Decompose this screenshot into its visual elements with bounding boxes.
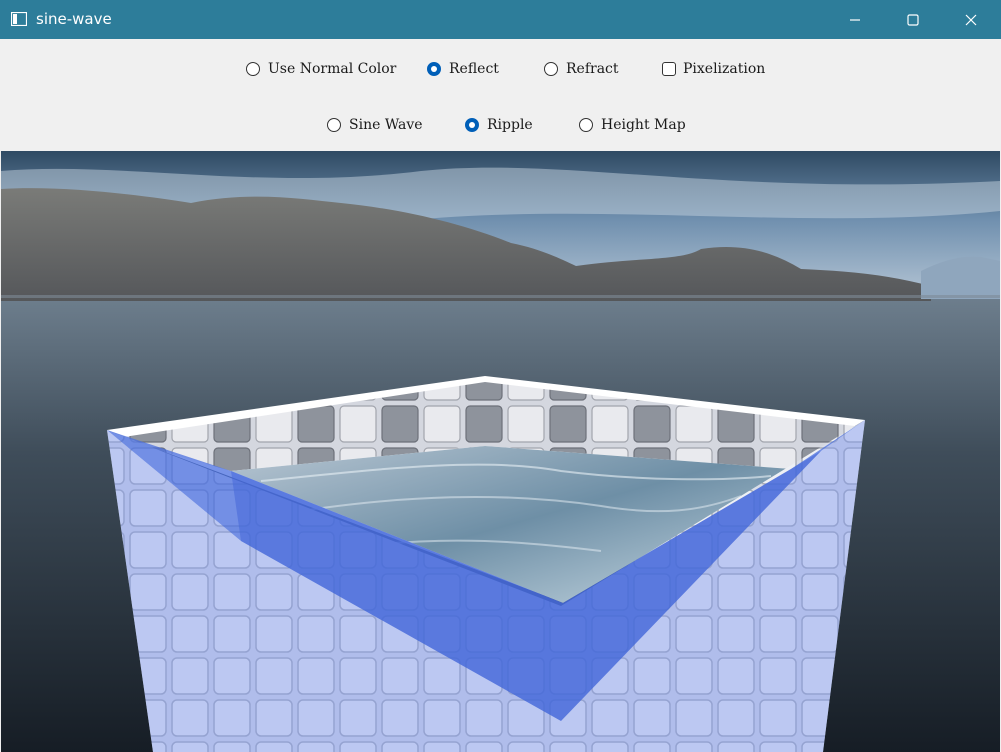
radio-indicator[interactable] <box>246 62 260 76</box>
scene-canvas <box>1 151 1000 752</box>
radio-use-normal-color[interactable]: Use Normal Color <box>246 59 396 79</box>
maximize-button[interactable] <box>884 0 942 39</box>
radio-height-map[interactable]: Height Map <box>579 115 686 135</box>
checkbox-indicator[interactable] <box>662 62 676 76</box>
app-window-icon <box>11 12 27 26</box>
options-panel: Use Normal Color Reflect Refract Pixeliz… <box>0 39 1001 151</box>
radio-indicator[interactable] <box>327 118 341 132</box>
radio-label: Refract <box>566 61 619 77</box>
radio-label: Use Normal Color <box>268 61 397 77</box>
radio-sine-wave[interactable]: Sine Wave <box>327 115 423 135</box>
maximize-icon <box>907 13 919 26</box>
radio-indicator-checked[interactable] <box>465 118 479 132</box>
minimize-button[interactable] <box>826 0 884 39</box>
checkbox-pixelization[interactable]: Pixelization <box>662 59 765 79</box>
radio-indicator[interactable] <box>544 62 558 76</box>
radio-label: Height Map <box>601 117 686 133</box>
radio-refract[interactable]: Refract <box>544 59 619 79</box>
radio-label: Reflect <box>449 61 499 77</box>
radio-label: Ripple <box>487 117 533 133</box>
radio-reflect[interactable]: Reflect <box>427 59 499 79</box>
radio-indicator-checked[interactable] <box>427 62 441 76</box>
close-icon <box>965 14 977 25</box>
radio-ripple[interactable]: Ripple <box>465 115 533 135</box>
radio-label: Sine Wave <box>349 117 423 133</box>
minimize-icon <box>850 18 860 21</box>
window-title: sine-wave <box>36 10 112 28</box>
render-viewport[interactable] <box>1 151 1000 752</box>
radio-indicator[interactable] <box>579 118 593 132</box>
title-bar[interactable]: sine-wave <box>0 0 1001 39</box>
close-button[interactable] <box>942 0 1000 39</box>
app-window: sine-wave Use Normal Color Reflect Refra… <box>0 0 1001 752</box>
checkbox-label: Pixelization <box>683 61 766 77</box>
